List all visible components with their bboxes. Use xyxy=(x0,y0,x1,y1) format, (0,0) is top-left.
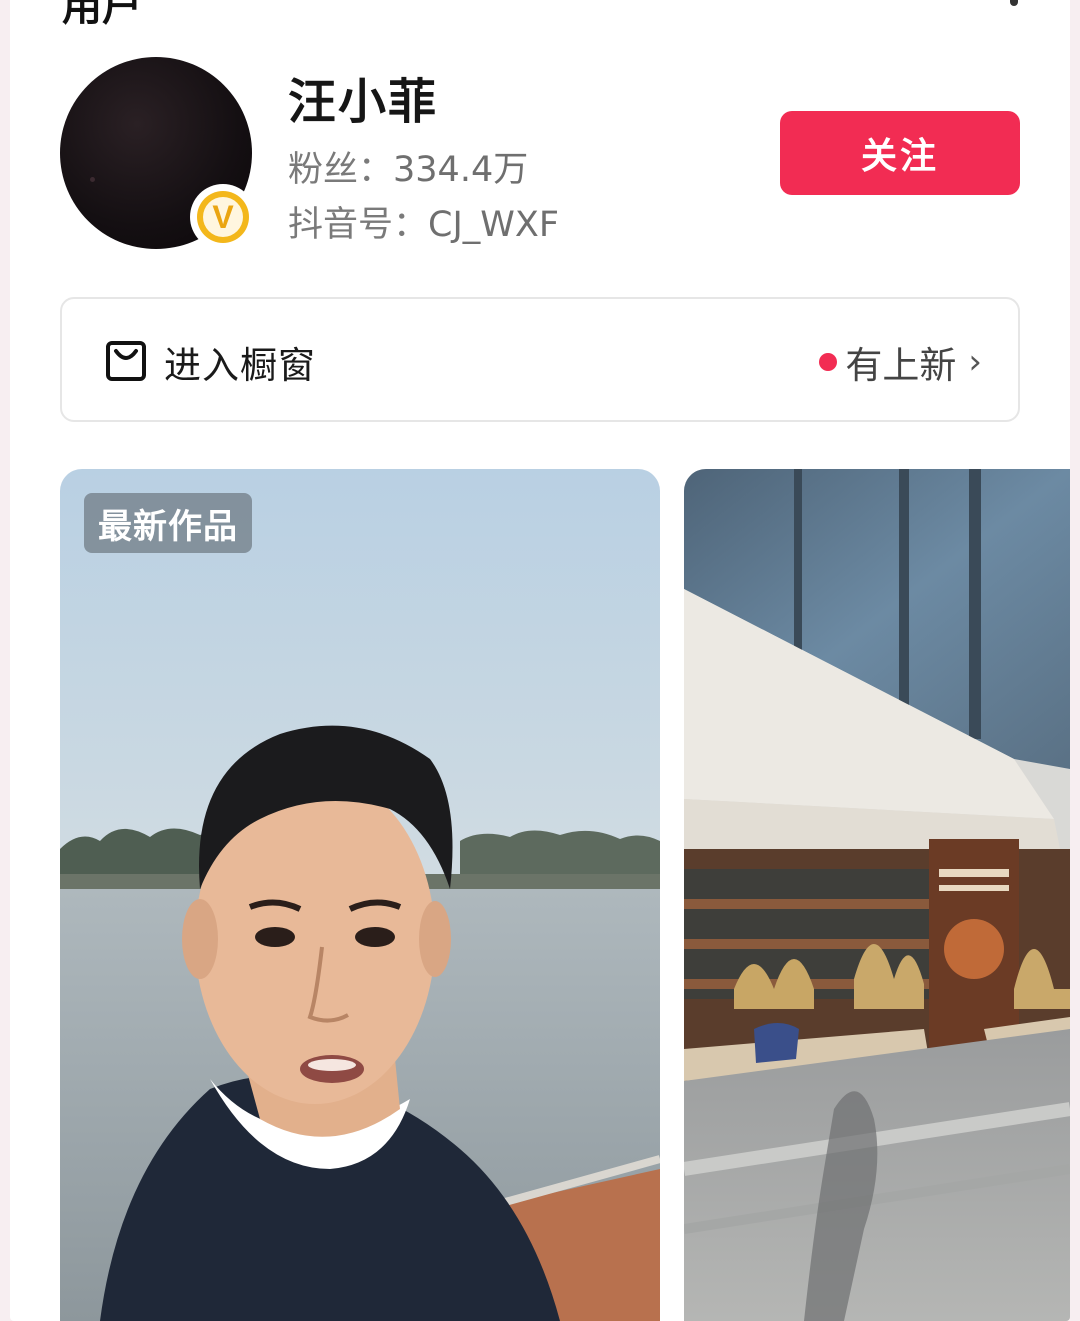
fans-value: 334.4万 xyxy=(393,150,529,190)
douyin-id-value: CJ_WXF xyxy=(428,205,559,245)
shopping-bag-icon xyxy=(106,341,146,381)
chevron-right-icon: › xyxy=(968,342,982,382)
new-dot-icon xyxy=(819,353,838,371)
verified-badge-icon: V xyxy=(190,184,256,250)
fans-count: 粉丝：334.4万 xyxy=(288,141,528,192)
fans-label: 粉丝： xyxy=(288,150,394,190)
shop-window-entry[interactable]: 进入橱窗 有上新 › xyxy=(60,297,1020,422)
follow-button[interactable]: 关注 xyxy=(780,111,1020,195)
profile-screen: 用户 V 汪小菲 粉丝：334.4万 抖音号：CJ_WXF 关注 进入橱窗 有上… xyxy=(10,0,1070,1321)
new-items-indicator: 有上新 › xyxy=(819,335,982,389)
douyin-id-label: 抖音号： xyxy=(288,205,429,245)
profile-name: 汪小菲 xyxy=(288,74,439,130)
more-options-icon[interactable] xyxy=(1010,0,1018,6)
douyin-id: 抖音号：CJ_WXF xyxy=(288,196,559,247)
page-title-partial: 用户 xyxy=(62,0,142,30)
video-thumbnail-latest[interactable]: 最新作品 xyxy=(60,469,660,1321)
shop-window-label: 进入橱窗 xyxy=(164,344,316,387)
latest-video-badge: 最新作品 xyxy=(84,493,252,553)
video-thumbnail-image xyxy=(684,469,1070,1321)
new-items-label: 有上新 xyxy=(845,344,957,387)
video-thumbnail-image xyxy=(60,469,660,1321)
video-thumbnail[interactable] xyxy=(684,469,1070,1321)
